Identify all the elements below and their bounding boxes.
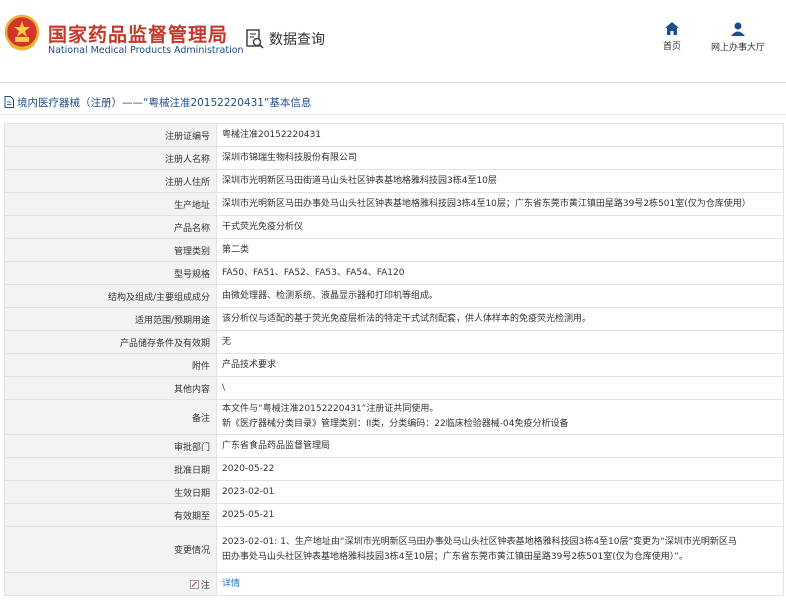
- field-value: 深圳市光明新区马田街道马山头社区钟表基地格雅科技园3栋4至10层: [216, 169, 784, 193]
- field-label: 生效日期: [4, 480, 217, 504]
- table-row: 注册人名称 深圳市锦瑞生物科技股份有限公司: [4, 146, 784, 170]
- field-value: 该分析仪与适配的基于荧光免疫层析法的特定干式试剂配套，供人体样本的免疫荧光检测用…: [216, 307, 784, 331]
- field-label: 注册证编号: [4, 123, 217, 147]
- table-row: 变更情况 2023-02-01: 1、生产地址由“深圳市光明新区马田办事处马山头…: [4, 526, 784, 573]
- detail-table: 注册证编号 粤械注准20152220431 注册人名称 深圳市锦瑞生物科技股份有限公…: [4, 123, 784, 596]
- table-row: 生产地址 深圳市光明新区马田办事处马山头社区钟表基地格雅科技园3栋4至10层；广东…: [4, 192, 784, 216]
- field-value: 广东省食品药品监督管理局: [216, 434, 784, 458]
- table-row: 批准日期 2020-05-22: [4, 457, 784, 481]
- field-label: 产品储存条件及有效期: [4, 330, 217, 354]
- national-emblem-icon: [4, 14, 40, 51]
- field-value: 2023-02-01: 1、生产地址由“深圳市光明新区马田办事处马山头社区钟表基…: [216, 526, 784, 573]
- breadcrumb-text: 境内医疗器械（注册）——“粤械注准20152220431”基本信息: [17, 96, 312, 109]
- nav-online-hall[interactable]: 网上办事大厅: [706, 22, 770, 53]
- data-query-link[interactable]: 数据查询: [245, 28, 325, 50]
- data-query-label: 数据查询: [269, 32, 325, 48]
- field-label: 管理类别: [4, 238, 217, 262]
- field-value: 第二类: [216, 238, 784, 262]
- field-label: 注册人住所: [4, 169, 217, 193]
- field-value: 2023-02-01: [216, 480, 784, 504]
- field-label: 结构及组成/主要组成成分: [4, 284, 217, 308]
- field-label: 其他内容: [4, 376, 217, 400]
- table-row: 备注 本文件与“粤械注准20152220431”注册证共同使用。 新《医疗器械分…: [4, 399, 784, 435]
- nav-online-hall-label: 网上办事大厅: [710, 43, 765, 53]
- field-value: 2020-05-22: [216, 457, 784, 481]
- field-label-note: 注: [4, 572, 217, 596]
- field-label: 型号规格: [4, 261, 217, 285]
- document-icon: [4, 96, 14, 108]
- field-value: FA50、FA51、FA52、FA53、FA54、FA120: [216, 261, 784, 285]
- field-value: 无: [216, 330, 784, 354]
- nav-home[interactable]: 首页: [640, 22, 704, 52]
- field-label: 备注: [4, 399, 217, 435]
- table-row: 其他内容 \: [4, 376, 784, 400]
- table-row: 有效期至 2025-05-21: [4, 503, 784, 527]
- field-label: 注册人名称: [4, 146, 217, 170]
- table-row: 结构及组成/主要组成成分 由微处理器、检测系统、液晶显示器和打印机等组成。: [4, 284, 784, 308]
- table-row: 生效日期 2023-02-01: [4, 480, 784, 504]
- remark-line: 新《医疗器械分类目录》管理类别：II类，分类编码：22临床检验器械-04免疫分析…: [222, 419, 569, 429]
- field-label: 有效期至: [4, 503, 217, 527]
- site-subtitle: National Medical Products Administration: [48, 45, 244, 56]
- field-value: 由微处理器、检测系统、液晶显示器和打印机等组成。: [216, 284, 784, 308]
- field-value: 详情: [216, 572, 784, 596]
- note-label: 注: [200, 580, 210, 591]
- field-label: 适用范围/预期用途: [4, 307, 217, 331]
- field-label: 产品名称: [4, 215, 217, 239]
- table-row: 产品名称 干式荧光免疫分析仪: [4, 215, 784, 239]
- field-label: 批准日期: [4, 457, 217, 481]
- field-value: \: [216, 376, 784, 400]
- breadcrumb-divider: [0, 114, 786, 115]
- breadcrumb: 境内医疗器械（注册）——“粤械注准20152220431”基本信息: [4, 95, 311, 109]
- table-row: 产品储存条件及有效期无: [4, 330, 784, 354]
- field-value: 深圳市锦瑞生物科技股份有限公司: [216, 146, 784, 170]
- table-row: 注册人住所 深圳市光明新区马田街道马山头社区钟表基地格雅科技园3栋4至10层: [4, 169, 784, 193]
- home-icon: [665, 22, 679, 35]
- table-row: 注册证编号 粤械注准20152220431: [4, 123, 784, 147]
- field-label: 生产地址: [4, 192, 217, 216]
- change-line: 2023-02-01: 1、生产地址由“深圳市光明新区马田办事处马山头社区钟表基…: [222, 536, 737, 547]
- header-divider: [0, 82, 786, 83]
- field-value: 深圳市光明新区马田办事处马山头社区钟表基地格雅科技园3栋4至10层；广东省东莞市…: [216, 192, 784, 216]
- field-value: 粤械注准20152220431: [216, 123, 784, 147]
- table-row: 审批部门 广东省食品药品监督管理局: [4, 434, 784, 458]
- field-label: 审批部门: [4, 434, 217, 458]
- details-link[interactable]: 详情: [222, 579, 240, 589]
- change-line: 田办事处马山头社区钟表基地格雅科技园3栋4至10层；广东省东莞市黄江镇田星路39…: [222, 551, 688, 562]
- user-icon: [731, 22, 745, 36]
- table-row: 管理类别 第二类: [4, 238, 784, 262]
- field-value: 干式荧光免疫分析仪: [216, 215, 784, 239]
- field-value: 本文件与“粤械注准20152220431”注册证共同使用。 新《医疗器械分类目录…: [216, 399, 784, 435]
- site-title: 国家药品监督管理局: [48, 24, 229, 46]
- site-header: 国家药品监督管理局 National Medical Products Admi…: [0, 0, 786, 82]
- table-row: 附件 产品技术要求: [4, 353, 784, 377]
- nav-home-label: 首页: [662, 42, 681, 52]
- table-row: 注 详情: [4, 572, 784, 596]
- field-label: 变更情况: [4, 526, 217, 573]
- field-value: 2025-05-21: [216, 503, 784, 527]
- remark-line: 本文件与“粤械注准20152220431”注册证共同使用。: [222, 404, 439, 414]
- document-search-icon: [246, 29, 264, 49]
- table-row: 适用范围/预期用途 该分析仪与适配的基于荧光免疫层析法的特定干式试剂配套，供人体样…: [4, 307, 784, 331]
- field-value: 产品技术要求: [216, 353, 784, 377]
- note-icon: [190, 579, 199, 589]
- table-row: 型号规格 FA50、FA51、FA52、FA53、FA54、FA120: [4, 261, 784, 285]
- field-label: 附件: [4, 353, 217, 377]
